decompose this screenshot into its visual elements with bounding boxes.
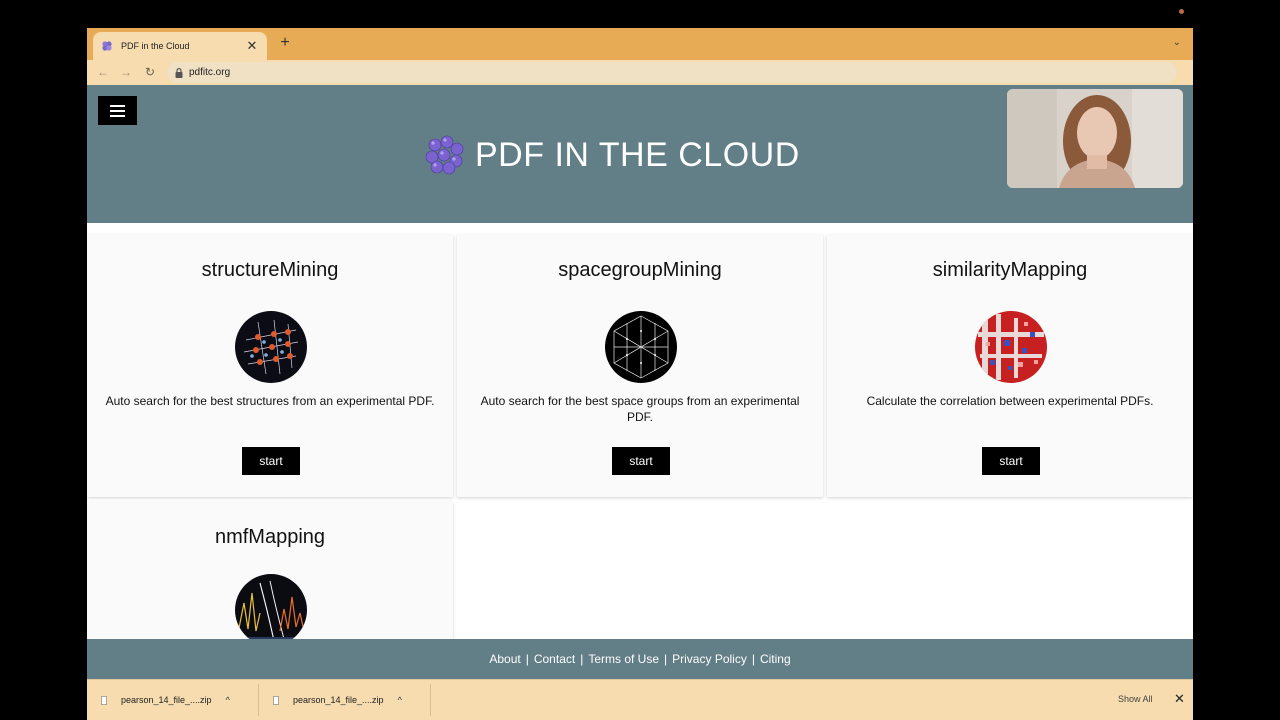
- browser-toolbar: ← → ↻ pdfitc.org: [87, 60, 1193, 85]
- tab-close-icon[interactable]: ✕: [245, 39, 259, 53]
- triangular-lattice-icon: [605, 311, 677, 383]
- start-structuremining-button[interactable]: start: [242, 447, 300, 475]
- app-description: Calculate the correlation between experi…: [866, 394, 1154, 408]
- site-title-group: PDF IN THE CLOUD: [423, 133, 800, 177]
- app-title: similarityMapping: [932, 259, 1088, 281]
- site-title: PDF IN THE CLOUD: [475, 135, 800, 174]
- file-icon: [101, 695, 107, 705]
- show-all-downloads-button[interactable]: Show All: [1118, 694, 1153, 704]
- footer-link-about[interactable]: About: [489, 652, 520, 666]
- footer-separator: |: [751, 652, 755, 666]
- footer-separator: |: [580, 652, 584, 666]
- crystal-structure-icon: [235, 311, 307, 383]
- site-header: PDF IN THE CLOUD: [87, 85, 1193, 223]
- start-similaritymapping-button[interactable]: start: [982, 447, 1040, 475]
- download-item[interactable]: pearson_14_file_....zip ^: [259, 684, 431, 716]
- address-bar[interactable]: pdfitc.org: [167, 62, 1177, 83]
- tab-strip: PDF in the Cloud ✕ + ⌄: [87, 28, 1193, 60]
- download-options-icon[interactable]: ^: [226, 695, 230, 705]
- tab-search-chevron-icon[interactable]: ⌄: [1173, 37, 1181, 48]
- menu-bar-icon: [110, 104, 125, 107]
- screen: PDF in the Cloud ✕ + ⌄ ← → ↻ pdfitc.org: [0, 0, 1280, 720]
- app-card-structuremining: structureMining Auto search for the best…: [87, 235, 453, 497]
- file-icon: [273, 695, 279, 705]
- download-options-icon[interactable]: ^: [398, 695, 402, 705]
- site-footer: About | Contact | Terms of Use | Privacy…: [87, 639, 1193, 679]
- footer-link-privacy[interactable]: Privacy Policy: [672, 652, 747, 666]
- download-item[interactable]: pearson_14_file_....zip ^: [87, 684, 259, 716]
- tab-pdf-in-the-cloud[interactable]: PDF in the Cloud ✕: [93, 32, 267, 60]
- footer-separator: |: [525, 652, 529, 666]
- download-filename: pearson_14_file_....zip: [121, 695, 212, 705]
- footer-link-contact[interactable]: Contact: [534, 652, 575, 666]
- app-card-nmfmapping: nmfMapping: [87, 502, 453, 639]
- browser-window: PDF in the Cloud ✕ + ⌄ ← → ↻ pdfitc.org: [87, 28, 1193, 720]
- app-card-spacegroupmining: spacegroupMining Auto search for the bes…: [457, 235, 823, 497]
- heatmap-icon: [975, 311, 1047, 383]
- menu-bar-icon: [110, 109, 125, 112]
- downloads-bar: pearson_14_file_....zip ^ pearson_14_fil…: [87, 679, 1193, 720]
- tab-title: PDF in the Cloud: [121, 41, 190, 51]
- molecule-favicon-icon: [102, 41, 112, 51]
- footer-link-terms[interactable]: Terms of Use: [588, 652, 659, 666]
- reload-button[interactable]: ↻: [142, 63, 158, 81]
- molecule-logo-icon: [425, 135, 464, 175]
- nmf-plot-icon: [235, 574, 307, 639]
- app-card-similaritymapping: similarityMapping Calculate the correlat…: [827, 235, 1193, 497]
- footer-link-citing[interactable]: Citing: [760, 652, 791, 666]
- app-title: spacegroupMining: [558, 259, 722, 281]
- back-button[interactable]: ←: [95, 63, 111, 81]
- presenter-video-image: [1007, 89, 1183, 188]
- recording-indicator: [1179, 9, 1184, 14]
- new-tab-button[interactable]: +: [277, 34, 293, 52]
- webcam-overlay: [1007, 89, 1183, 188]
- app-description: Auto search for the best structures from…: [105, 394, 435, 408]
- app-title: nmfMapping: [214, 526, 326, 548]
- app-description: Auto search for the best space groups fr…: [480, 394, 800, 424]
- forward-button[interactable]: →: [118, 63, 134, 81]
- download-filename: pearson_14_file_....zip: [293, 695, 384, 705]
- lock-icon: [175, 67, 183, 78]
- hamburger-menu-button[interactable]: [98, 96, 137, 125]
- app-title: structureMining: [201, 259, 339, 281]
- web-page: PDF IN THE CLOUD structureMining Auto se…: [87, 85, 1193, 639]
- start-spacegroupmining-button[interactable]: start: [612, 447, 670, 475]
- close-downloads-icon[interactable]: ✕: [1174, 691, 1185, 707]
- url-text: pdfitc.org: [189, 67, 231, 78]
- menu-bar-icon: [110, 114, 125, 117]
- footer-separator: |: [664, 652, 668, 666]
